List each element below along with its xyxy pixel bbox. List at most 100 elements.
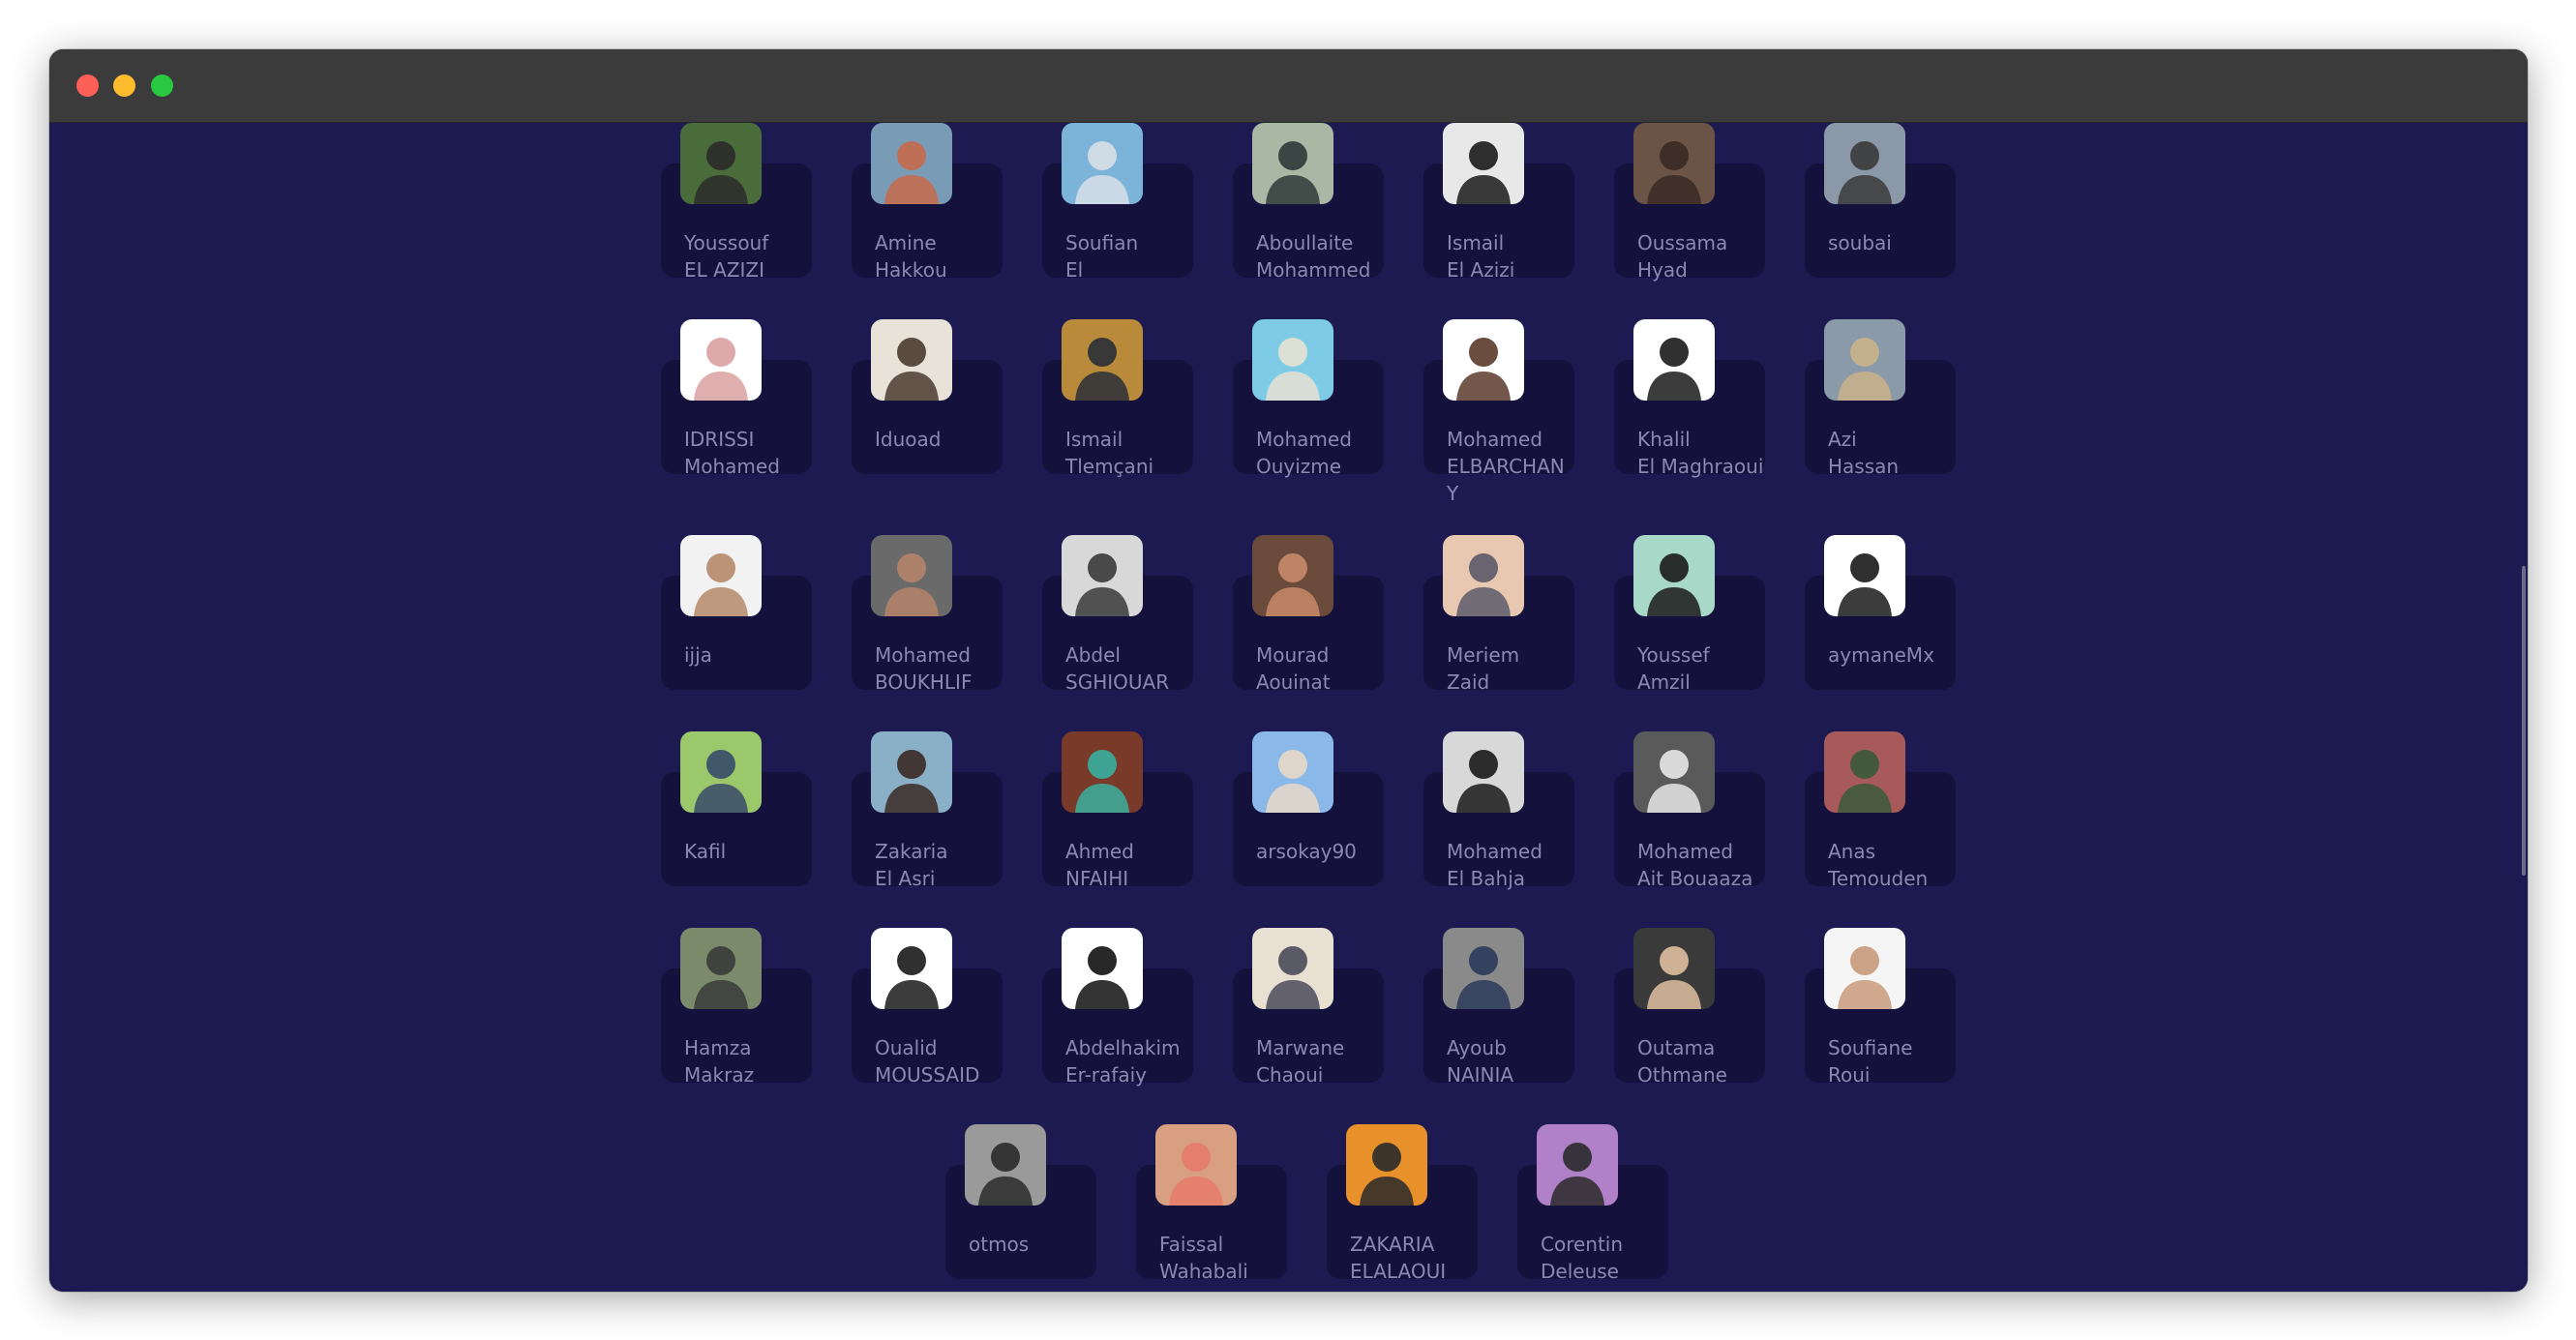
contributor-item[interactable]: Marwane Chaoui [1233, 928, 1426, 1121]
contributor-name: Mohamed Ouyizme [1256, 428, 1352, 478]
contributor-item[interactable]: Mohamed Ait Bouaaza [1614, 731, 1808, 925]
avatar[interactable] [1824, 535, 1905, 616]
contributor-item[interactable]: Kafil [661, 731, 854, 925]
avatar[interactable] [1062, 928, 1143, 1009]
contributor-item[interactable]: Youssouf EL AZIZI [661, 123, 854, 316]
avatar[interactable] [680, 319, 762, 401]
contributor-item[interactable]: Mohamed Ouyizme [1233, 319, 1426, 513]
avatar[interactable] [1252, 535, 1333, 616]
avatar[interactable] [1346, 1124, 1427, 1206]
avatar[interactable] [1443, 731, 1524, 813]
avatar[interactable] [1062, 319, 1143, 401]
contributor-item[interactable]: Zakaria El Asri [852, 731, 1045, 925]
contributor-item[interactable]: Corentin Deleuse [1517, 1124, 1711, 1292]
contributor-item[interactable]: soubai [1805, 123, 1998, 316]
contributor-name: Oualid MOUSSAID [875, 1036, 980, 1087]
contributor-item[interactable]: Hamza Makraz [661, 928, 854, 1121]
contributor-name: Abdel SGHIOUAR [1065, 643, 1170, 694]
contributor-item[interactable]: Soufian El [1042, 123, 1236, 316]
avatar[interactable] [1633, 319, 1715, 401]
minimize-window-button[interactable] [113, 74, 135, 97]
avatar[interactable] [1537, 1124, 1618, 1206]
avatar[interactable] [1155, 1124, 1237, 1206]
avatar[interactable] [680, 123, 762, 204]
avatar[interactable] [871, 731, 952, 813]
contributor-name: Zakaria El Asri [875, 840, 948, 890]
contributor-name: Hamza Makraz [684, 1036, 755, 1087]
contributor-item[interactable]: Youssef Amzil [1614, 535, 1808, 729]
avatar[interactable] [871, 535, 952, 616]
avatar[interactable] [965, 1124, 1046, 1206]
scrollbar-thumb[interactable] [2522, 566, 2526, 876]
contributor-item[interactable]: Oualid MOUSSAID [852, 928, 1045, 1121]
contributor-name: Soufiane Roui [1828, 1036, 1913, 1087]
contributors-grid: Youssouf EL AZIZI Amine Hakkou Soufian El A… [49, 123, 2528, 1292]
avatar[interactable] [1062, 535, 1143, 616]
contributor-name: Azi Hassan [1828, 428, 1900, 478]
browser-window: Youssouf EL AZIZI Amine Hakkou Soufian El A… [49, 49, 2528, 1292]
avatar[interactable] [680, 535, 762, 616]
contributor-item[interactable]: Oussama Hyad [1614, 123, 1808, 316]
avatar[interactable] [1443, 928, 1524, 1009]
contributor-name: Mohamed El Bahja [1447, 840, 1543, 890]
contributor-name: Mourad Aouinat [1256, 643, 1331, 694]
avatar[interactable] [1252, 123, 1333, 204]
contributor-name: Aboullaite Mohammed [1256, 231, 1371, 282]
contributor-item[interactable]: arsokay90 [1233, 731, 1426, 925]
avatar[interactable] [871, 928, 952, 1009]
contributor-item[interactable]: Mohamed ELBARCHAN Y [1423, 319, 1617, 513]
contributor-item[interactable]: Meriem Zaid [1423, 535, 1617, 729]
avatar[interactable] [1252, 319, 1333, 401]
avatar[interactable] [680, 928, 762, 1009]
contributor-item[interactable]: aymaneMx [1805, 535, 1998, 729]
avatar[interactable] [1062, 123, 1143, 204]
avatar[interactable] [1443, 535, 1524, 616]
contributor-item[interactable]: Khalil El Maghraoui [1614, 319, 1808, 513]
contributor-name: Oussama Hyad [1637, 231, 1728, 282]
contributor-item[interactable]: ZAKARIA ELALAOUI [1327, 1124, 1520, 1292]
zoom-window-button[interactable] [151, 74, 173, 97]
avatar[interactable] [1633, 928, 1715, 1009]
avatar[interactable] [1443, 123, 1524, 204]
contributor-item[interactable]: otmos [945, 1124, 1139, 1292]
contributor-item[interactable]: IDRISSI Mohamed [661, 319, 854, 513]
avatar[interactable] [1824, 123, 1905, 204]
avatar[interactable] [1252, 731, 1333, 813]
contributor-item[interactable]: ijja [661, 535, 854, 729]
avatar[interactable] [1824, 319, 1905, 401]
contributor-item[interactable]: Soufiane Roui [1805, 928, 1998, 1121]
contributor-item[interactable]: Aboullaite Mohammed [1233, 123, 1426, 316]
avatar[interactable] [1824, 731, 1905, 813]
contributor-item[interactable]: Mohamed BOUKHLIF [852, 535, 1045, 729]
contributor-item[interactable]: Ismail El Azizi [1423, 123, 1617, 316]
avatar[interactable] [680, 731, 762, 813]
close-window-button[interactable] [76, 74, 99, 97]
avatar[interactable] [1633, 731, 1715, 813]
avatar[interactable] [1633, 535, 1715, 616]
contributor-item[interactable]: Faissal Wahabali [1136, 1124, 1330, 1292]
contributor-item[interactable]: Ahmed NFAIHI [1042, 731, 1236, 925]
avatar[interactable] [1633, 123, 1715, 204]
contributor-name: Abdelhakim Er-rafaiy [1065, 1036, 1181, 1087]
contributor-item[interactable]: Outama Othmane [1614, 928, 1808, 1121]
contributor-item[interactable]: Mohamed El Bahja [1423, 731, 1617, 925]
contributor-item[interactable]: Ismail Tlemçani [1042, 319, 1236, 513]
avatar[interactable] [871, 319, 952, 401]
avatar[interactable] [1062, 731, 1143, 813]
avatar[interactable] [1252, 928, 1333, 1009]
contributor-item[interactable]: Abdelhakim Er-rafaiy [1042, 928, 1236, 1121]
contributor-name: ZAKARIA ELALAOUI [1350, 1233, 1447, 1283]
contributor-name: Amine Hakkou [875, 231, 947, 282]
contributor-item[interactable]: Azi Hassan [1805, 319, 1998, 513]
contributor-item[interactable]: Amine Hakkou [852, 123, 1045, 316]
avatar[interactable] [1443, 319, 1524, 401]
avatar[interactable] [1824, 928, 1905, 1009]
contributor-item[interactable]: Ayoub NAINIA [1423, 928, 1617, 1121]
contributor-item[interactable]: Abdel SGHIOUAR [1042, 535, 1236, 729]
contributor-item[interactable]: Anas Temouden [1805, 731, 1998, 925]
avatar[interactable] [871, 123, 952, 204]
contributor-name: Khalil El Maghraoui [1637, 428, 1764, 478]
contributor-item[interactable]: Mourad Aouinat [1233, 535, 1426, 729]
contributor-name: Youssouf EL AZIZI [684, 231, 769, 282]
contributor-item[interactable]: Iduoad [852, 319, 1045, 513]
